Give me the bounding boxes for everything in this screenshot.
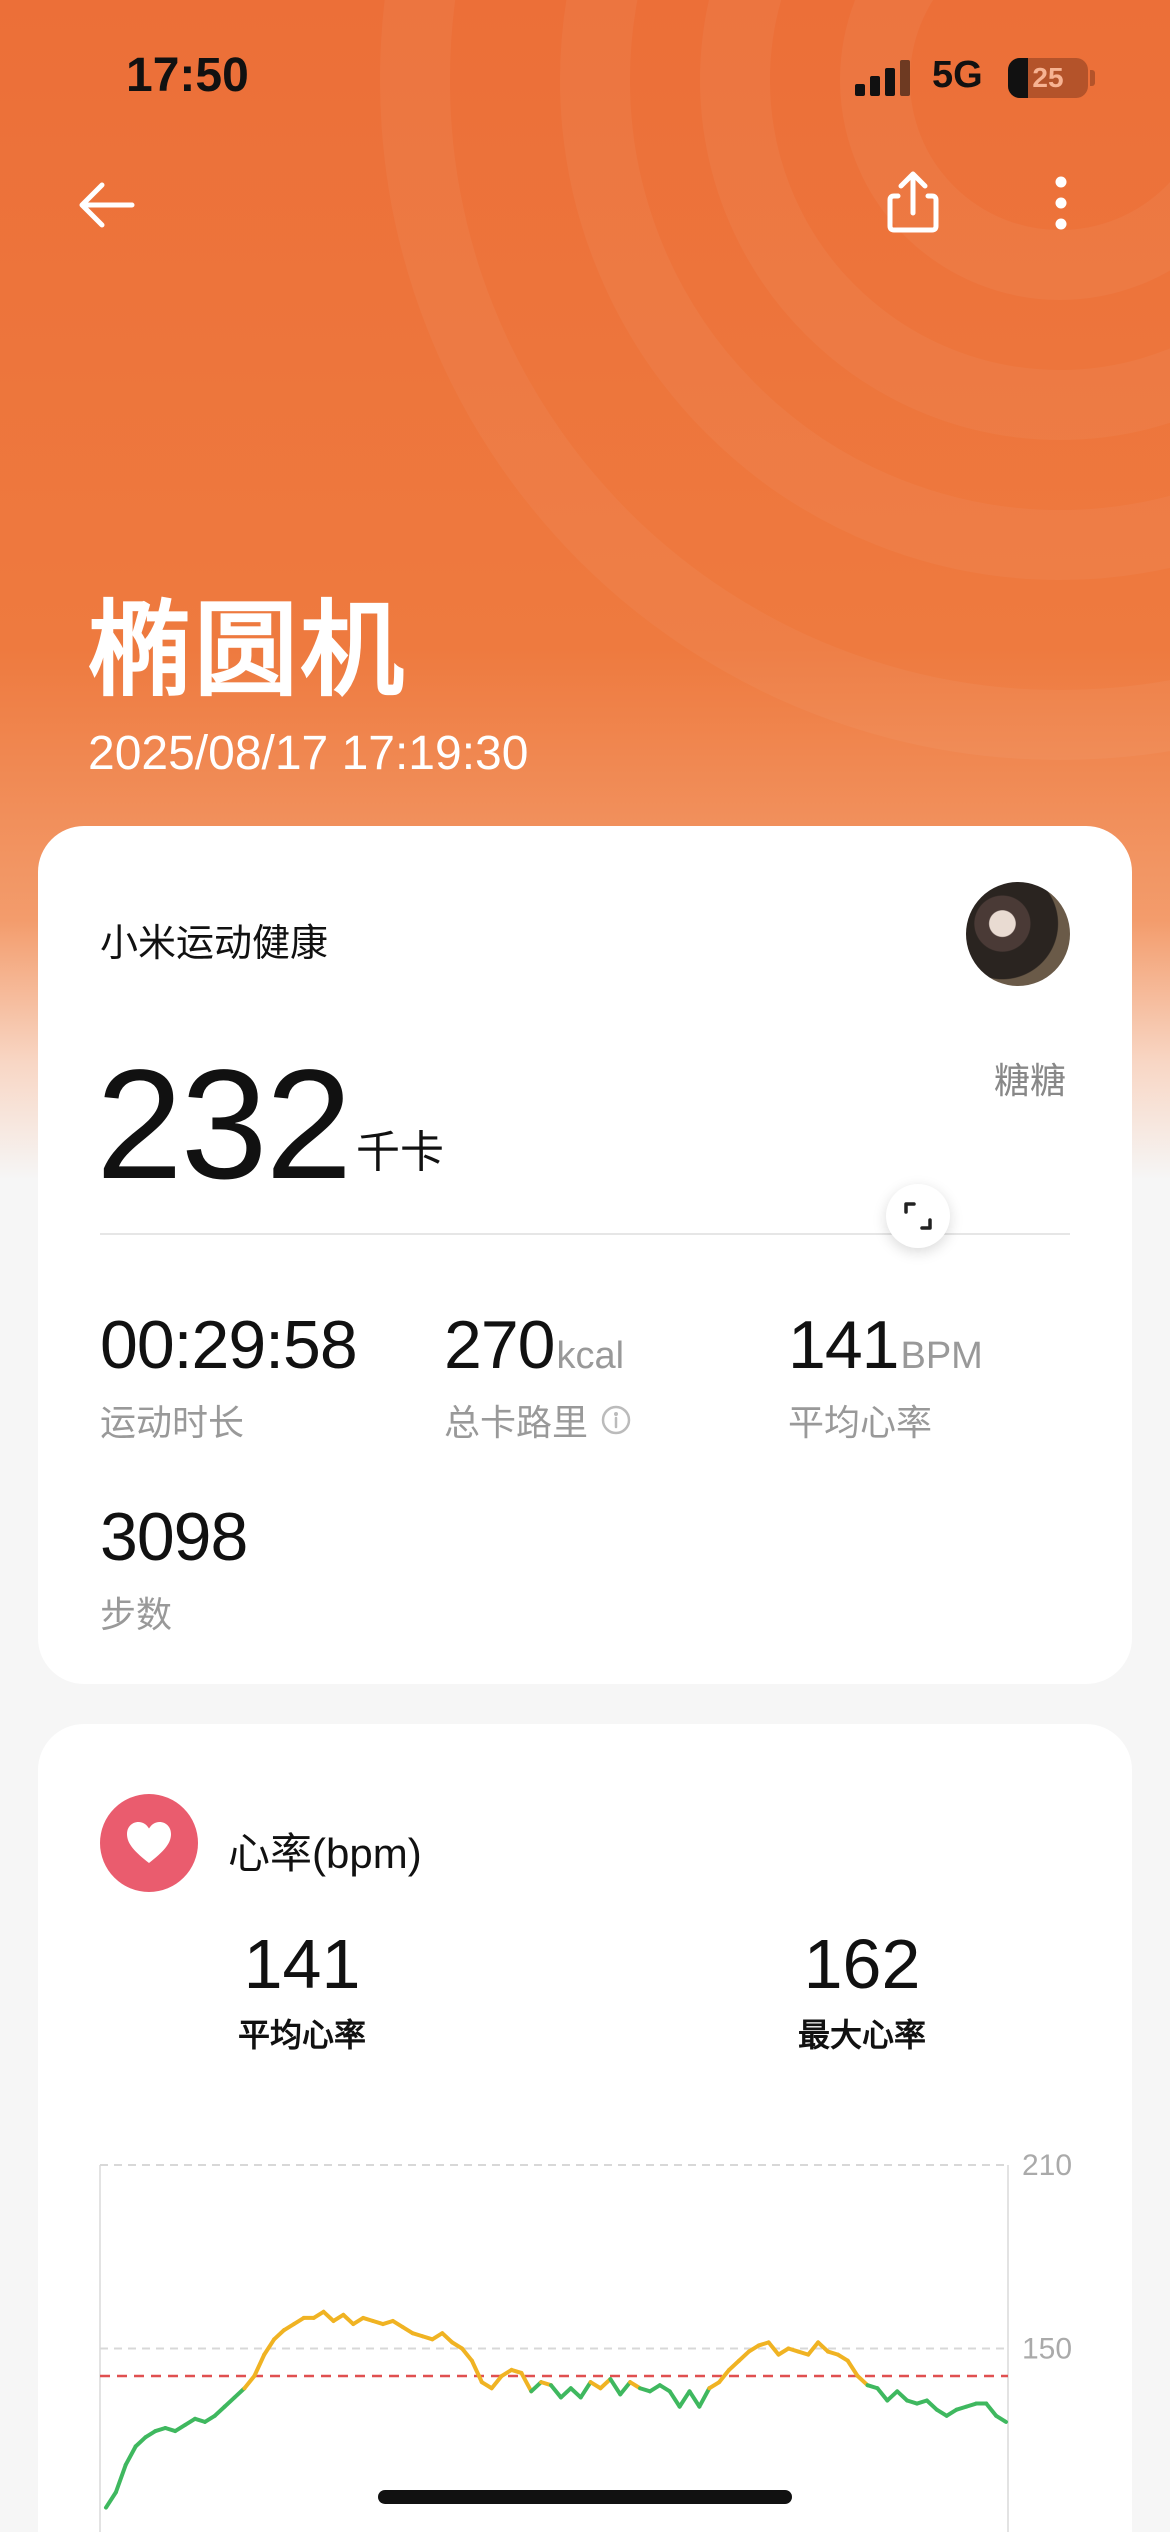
hr-line-segment: [608, 2377, 623, 2397]
hr-line-segment: [232, 2386, 247, 2400]
hr-line-segment: [212, 2404, 227, 2418]
home-indicator: [378, 2490, 792, 2504]
expand-icon: [904, 1202, 932, 1230]
hr-line-segment: [262, 2337, 277, 2357]
hr-line-segment: [252, 2352, 267, 2379]
hr-line-segment: [618, 2380, 633, 2397]
hr-line-segment: [489, 2374, 504, 2391]
hr-line-segment: [677, 2389, 692, 2409]
hr-line-segment: [123, 2444, 138, 2467]
hr-line-segment: [104, 2490, 118, 2510]
hr-line-segment: [222, 2395, 237, 2409]
hr-line-segment: [697, 2386, 712, 2409]
hr-line-segment: [113, 2462, 128, 2495]
hr-line-segment: [875, 2386, 890, 2403]
hr-line-segment: [994, 2413, 1008, 2424]
hr-line-segment: [341, 2312, 356, 2327]
hr-line-segment: [272, 2328, 287, 2342]
y-tick-label: 210: [1022, 2149, 1072, 2182]
hr-line-segment: [529, 2380, 544, 2394]
hr-line-segment: [321, 2309, 336, 2323]
hr-line-segment: [845, 2358, 860, 2379]
hr-line-segment: [667, 2389, 682, 2409]
hr-line-segment: [440, 2331, 455, 2345]
hr-line-segment: [855, 2374, 870, 2388]
hr-line-segment: [727, 2358, 741, 2372]
hr-line-segment: [558, 2386, 573, 2400]
hr-line-segment: [242, 2374, 257, 2391]
expand-button[interactable]: [886, 1184, 950, 1248]
hr-line-segment: [885, 2389, 900, 2403]
hr-line-segment: [736, 2349, 751, 2363]
heart-rate-chart: 210 150: [99, 2149, 1072, 2532]
hr-line-segment: [460, 2346, 474, 2363]
y-tick-label: 150: [1022, 2333, 1072, 2366]
hr-line-segment: [924, 2398, 939, 2412]
hr-line-segment: [549, 2383, 563, 2400]
hr-line-segment: [895, 2389, 910, 2403]
hr-line-segment: [984, 2401, 999, 2418]
hr-line-segment: [133, 2435, 148, 2449]
hr-line-segment: [578, 2380, 593, 2400]
hr-line-segment: [469, 2358, 484, 2385]
hr-line-segment: [687, 2389, 702, 2409]
hr-line-segment: [816, 2340, 830, 2354]
